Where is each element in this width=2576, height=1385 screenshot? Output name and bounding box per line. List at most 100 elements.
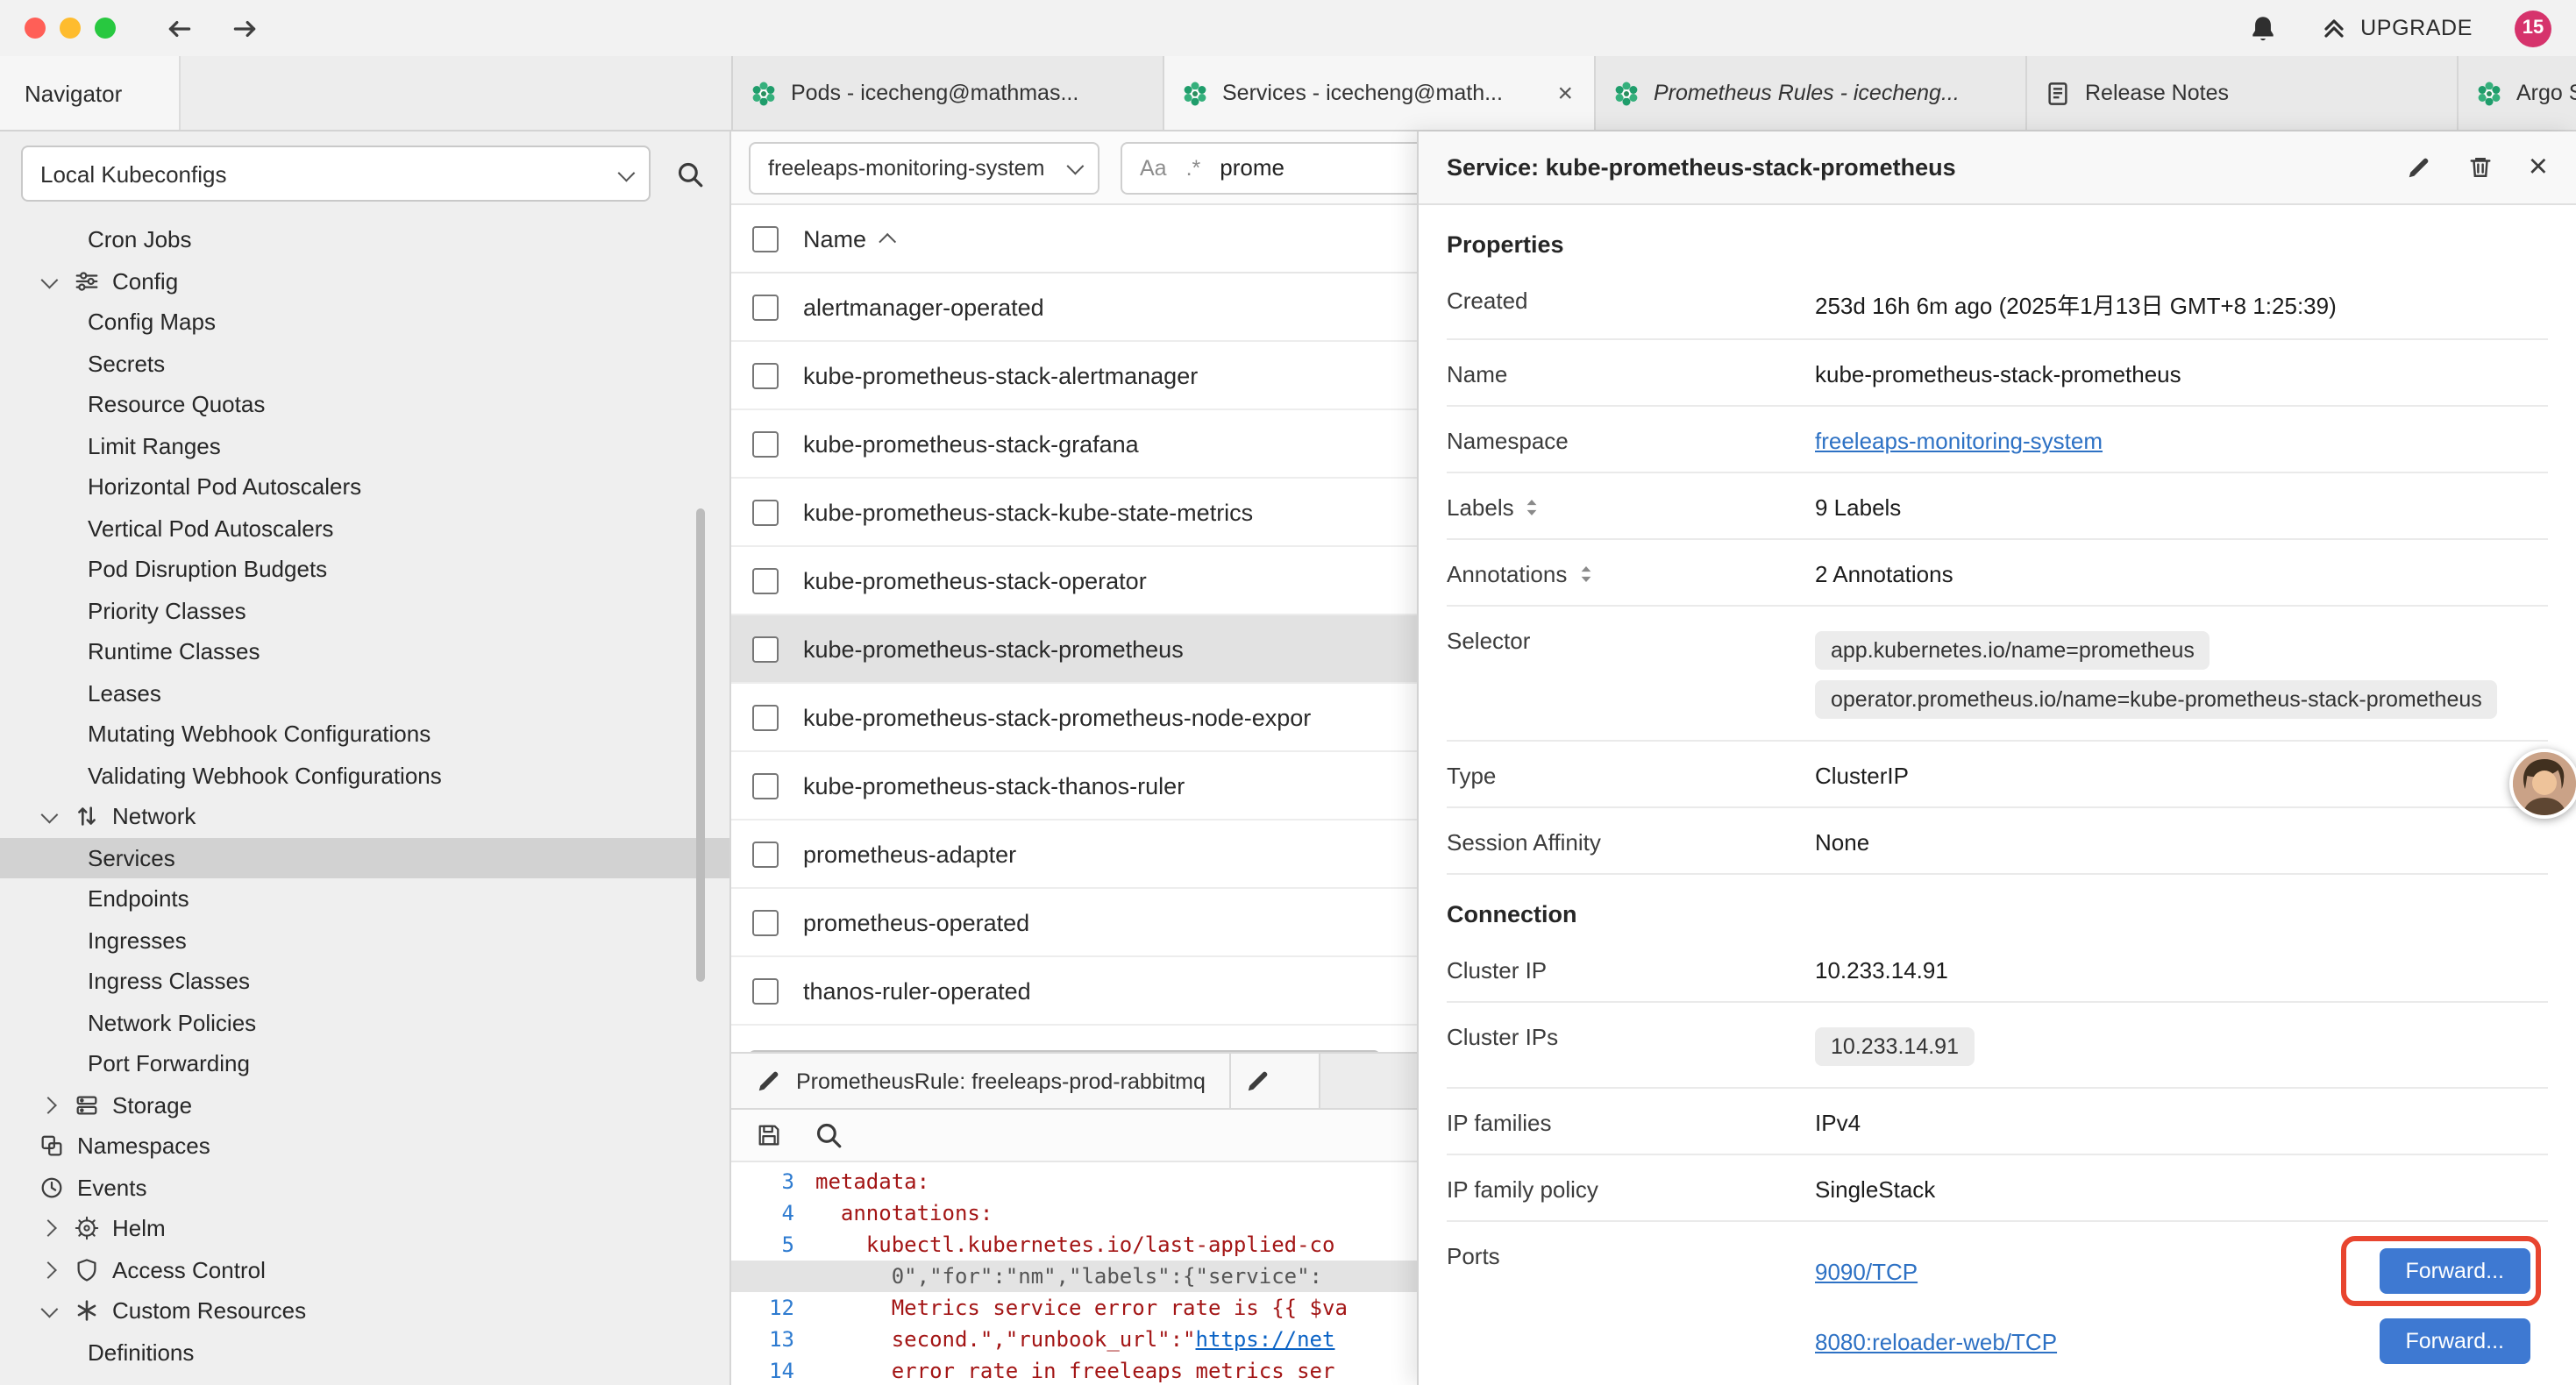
sidebar-item-port-forwarding[interactable]: Port Forwarding <box>0 1043 729 1084</box>
upgrade-icon <box>2320 14 2348 42</box>
sort-toggle-icon[interactable] <box>1525 498 1541 517</box>
value-badge: 10.233.14.91 <box>1815 1027 1975 1066</box>
sidebar-item-config-maps[interactable]: Config Maps <box>0 302 729 343</box>
sidebar-item-resource-quotas[interactable]: Resource Quotas <box>0 384 729 425</box>
chevron-down-icon <box>40 806 58 824</box>
row-checkbox[interactable] <box>752 977 779 1004</box>
edit-button[interactable] <box>2406 154 2432 181</box>
namespace-filter-select[interactable]: freeleaps-monitoring-system <box>749 141 1099 194</box>
sidebar-item-access-control[interactable]: Access Control <box>0 1249 729 1290</box>
drawer-row-session-affinity: Session AffinityNone <box>1447 808 2548 875</box>
sidebar-search-button[interactable] <box>675 159 705 188</box>
sidebar-item-label: Secrets <box>88 351 165 377</box>
sidebar-item-endpoints[interactable]: Endpoints <box>0 878 729 920</box>
row-checkbox[interactable] <box>752 909 779 935</box>
sidebar-item-secrets[interactable]: Secrets <box>0 343 729 384</box>
row-checkbox[interactable] <box>752 704 779 730</box>
tab-close-icon[interactable]: × <box>1554 78 1576 108</box>
notification-badge[interactable]: 15 <box>2515 10 2551 46</box>
sidebar-item-cron-jobs[interactable]: Cron Jobs <box>0 219 729 260</box>
sidebar-item-label: Port Forwarding <box>88 1051 250 1077</box>
sidebar-item-priority-classes[interactable]: Priority Classes <box>0 590 729 631</box>
row-checkbox[interactable] <box>752 841 779 867</box>
config-icon <box>70 268 102 295</box>
save-button[interactable] <box>756 1122 782 1148</box>
user-avatar[interactable] <box>2509 749 2576 819</box>
drawer-row-ip-family-policy: IP family policySingleStack <box>1447 1155 2548 1222</box>
sidebar-item-horizontal-pod-autoscalers[interactable]: Horizontal Pod Autoscalers <box>0 466 729 508</box>
kubeconfig-select[interactable]: Local Kubeconfigs <box>21 146 651 202</box>
sort-toggle-icon[interactable] <box>1577 565 1593 584</box>
sidebar-scrollbar[interactable] <box>696 508 705 982</box>
tab-services-icecheng-math[interactable]: Services - icecheng@math...× <box>1164 56 1596 130</box>
row-checkbox[interactable] <box>752 294 779 320</box>
sidebar-item-storage[interactable]: Storage <box>0 1084 729 1126</box>
sidebar-item-network-policies[interactable]: Network Policies <box>0 1002 729 1043</box>
sidebar-item-network[interactable]: Network <box>0 796 729 837</box>
namespace-link[interactable]: freeleaps-monitoring-system <box>1815 428 2103 454</box>
section-title-connection: Connection <box>1447 901 2548 927</box>
notifications-bell-icon[interactable] <box>2248 13 2278 43</box>
editor-search-button[interactable] <box>814 1120 843 1150</box>
sidebar-item-pod-disruption-budgets[interactable]: Pod Disruption Budgets <box>0 549 729 590</box>
row-checkbox[interactable] <box>752 636 779 662</box>
row-checkbox[interactable] <box>752 772 779 799</box>
back-button[interactable] <box>165 13 195 43</box>
sidebar-item-validating-webhook-configurations[interactable]: Validating Webhook Configurations <box>0 755 729 796</box>
sidebar-item-label: Ingress Classes <box>88 969 250 995</box>
row-checkbox[interactable] <box>752 567 779 593</box>
row-checkbox[interactable] <box>752 430 779 457</box>
close-drawer-button[interactable]: × <box>2529 151 2548 184</box>
port-forward-link[interactable]: 8080:reloader-web/TCP <box>1815 1328 2057 1354</box>
minimize-window-button[interactable] <box>60 18 81 39</box>
sidebar-item-vertical-pod-autoscalers[interactable]: Vertical Pod Autoscalers <box>0 508 729 549</box>
tab-prometheus-rules-icecheng[interactable]: Prometheus Rules - icecheng... <box>1596 56 2027 130</box>
line-number: 13 <box>731 1324 815 1355</box>
drawer-row-name: Namekube-prometheus-stack-prometheus <box>1447 340 2548 407</box>
select-all-checkbox[interactable] <box>752 225 779 252</box>
drawer-row-cluster-ip: Cluster IP10.233.14.91 <box>1447 936 2548 1003</box>
regex-toggle[interactable]: .* <box>1186 155 1201 180</box>
name-column-header[interactable]: Name <box>803 225 866 252</box>
sidebar-item-ingresses[interactable]: Ingresses <box>0 920 729 961</box>
delete-button[interactable] <box>2467 154 2494 181</box>
chevron-right-icon <box>39 1097 56 1114</box>
row-checkbox[interactable] <box>752 499 779 525</box>
tab-argo-se[interactable]: Argo Se <box>2459 56 2576 130</box>
forward-button[interactable] <box>230 13 260 43</box>
sidebar-item-custom-resources[interactable]: Custom Resources <box>0 1290 729 1332</box>
tab-pods-icecheng-mathmas[interactable]: Pods - icecheng@mathmas... <box>733 56 1164 130</box>
sidebar-item-helm[interactable]: Helm <box>0 1208 729 1249</box>
sidebar-item-runtime-classes[interactable]: Runtime Classes <box>0 631 729 672</box>
navigator-title: Navigator <box>25 80 122 106</box>
sidebar-item-namespaces[interactable]: Namespaces <box>0 1126 729 1167</box>
service-name: alertmanager-operated <box>803 294 1044 320</box>
match-case-toggle[interactable]: Aa <box>1140 155 1167 180</box>
freelens-logo-icon <box>751 80 777 106</box>
navigator-panel-tab[interactable]: Navigator <box>0 56 181 130</box>
freelens-logo-icon <box>1613 80 1640 106</box>
sidebar-item-limit-ranges[interactable]: Limit Ranges <box>0 425 729 466</box>
row-checkbox[interactable] <box>752 362 779 388</box>
port-forward-link[interactable]: 9090/TCP <box>1815 1258 1918 1284</box>
sidebar-item-config[interactable]: Config <box>0 260 729 302</box>
drawer-row-value: app.kubernetes.io/name=prometheusoperato… <box>1815 624 2548 722</box>
sidebar-item-events[interactable]: Events <box>0 1167 729 1208</box>
tab-release-notes[interactable]: Release Notes <box>2027 56 2459 130</box>
dock-tab-partial[interactable] <box>1232 1054 1321 1108</box>
sidebar-item-ingress-classes[interactable]: Ingress Classes <box>0 961 729 1002</box>
chevron-box <box>35 1223 60 1235</box>
upgrade-button[interactable]: UPGRADE <box>2320 14 2473 42</box>
sidebar-item-mutating-webhook-configurations[interactable]: Mutating Webhook Configurations <box>0 714 729 755</box>
dock-tab-prometheusrule-freeleaps-prod-rabbitmq[interactable]: PrometheusRule: freeleaps-prod-rabbitmq <box>731 1054 1232 1108</box>
zoom-window-button[interactable] <box>95 18 116 39</box>
details-drawer: Service: kube-prometheus-stack-prometheu… <box>1417 131 2576 1385</box>
sidebar-item-leases[interactable]: Leases <box>0 672 729 714</box>
close-window-button[interactable] <box>25 18 46 39</box>
forward-button[interactable]: Forward... <box>2379 1318 2530 1364</box>
sidebar-item-services[interactable]: Services <box>0 837 729 878</box>
drawer-row-selector: Selectorapp.kubernetes.io/name=prometheu… <box>1447 607 2548 742</box>
forward-button[interactable]: Forward... <box>2379 1248 2530 1294</box>
sidebar-item-definitions[interactable]: Definitions <box>0 1332 729 1373</box>
sidebar-item-label: Priority Classes <box>88 598 246 624</box>
